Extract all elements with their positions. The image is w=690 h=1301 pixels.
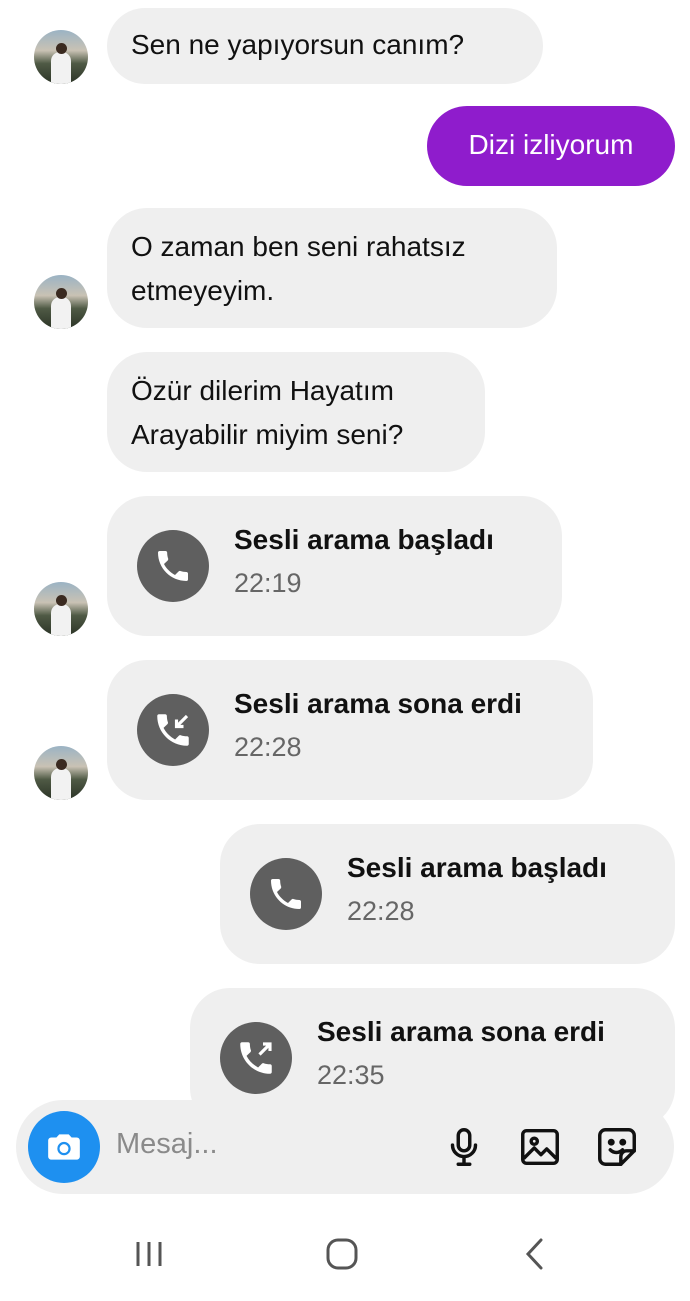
call-message[interactable]: Sesli arama başladı 22:28 [220, 824, 675, 964]
call-message[interactable]: Sesli arama başladı 22:19 [107, 496, 562, 636]
message-composer: Mesaj... [16, 1100, 674, 1194]
recent-apps-icon[interactable] [129, 1234, 169, 1274]
call-time: 22:28 [234, 732, 302, 762]
navigation-bar [0, 1210, 690, 1301]
message-input[interactable]: Mesaj... [116, 1128, 218, 1161]
call-time: 22:28 [347, 896, 415, 926]
back-icon[interactable] [515, 1234, 555, 1274]
incoming-call-icon [137, 694, 209, 766]
call-title: Sesli arama sona erdi [234, 688, 522, 719]
contact-avatar[interactable] [34, 746, 88, 800]
message-text: Sen ne yapıyorsun canım? [131, 29, 465, 60]
call-message[interactable]: Sesli arama sona erdi 22:28 [107, 660, 593, 800]
contact-avatar[interactable] [34, 582, 88, 636]
phone-icon [250, 858, 322, 930]
gallery-icon[interactable] [517, 1124, 563, 1170]
call-title: Sesli arama başladı [234, 524, 494, 555]
message-text: Özür dilerim Hayatım Arayabilir miyim se… [131, 375, 404, 450]
call-title: Sesli arama sona erdi [317, 1016, 605, 1047]
call-time: 22:35 [317, 1060, 385, 1090]
message-text: O zaman ben seni rahatsız etmeyeyim. [131, 231, 466, 306]
microphone-icon[interactable] [441, 1124, 487, 1170]
contact-avatar[interactable] [34, 30, 88, 84]
message-text: Dizi izliyorum [468, 129, 634, 160]
sticker-icon[interactable] [594, 1124, 640, 1170]
home-icon[interactable] [322, 1234, 362, 1274]
call-time: 22:19 [234, 568, 302, 598]
sent-message[interactable]: Dizi izliyorum [427, 106, 675, 186]
received-message[interactable]: Özür dilerim Hayatım Arayabilir miyim se… [107, 352, 485, 472]
outgoing-call-icon [220, 1022, 292, 1094]
phone-icon [137, 530, 209, 602]
camera-icon[interactable] [28, 1111, 100, 1183]
received-message[interactable]: O zaman ben seni rahatsız etmeyeyim. [107, 208, 557, 328]
call-title: Sesli arama başladı [347, 852, 607, 883]
received-message[interactable]: Sen ne yapıyorsun canım? [107, 8, 543, 84]
contact-avatar[interactable] [34, 275, 88, 329]
